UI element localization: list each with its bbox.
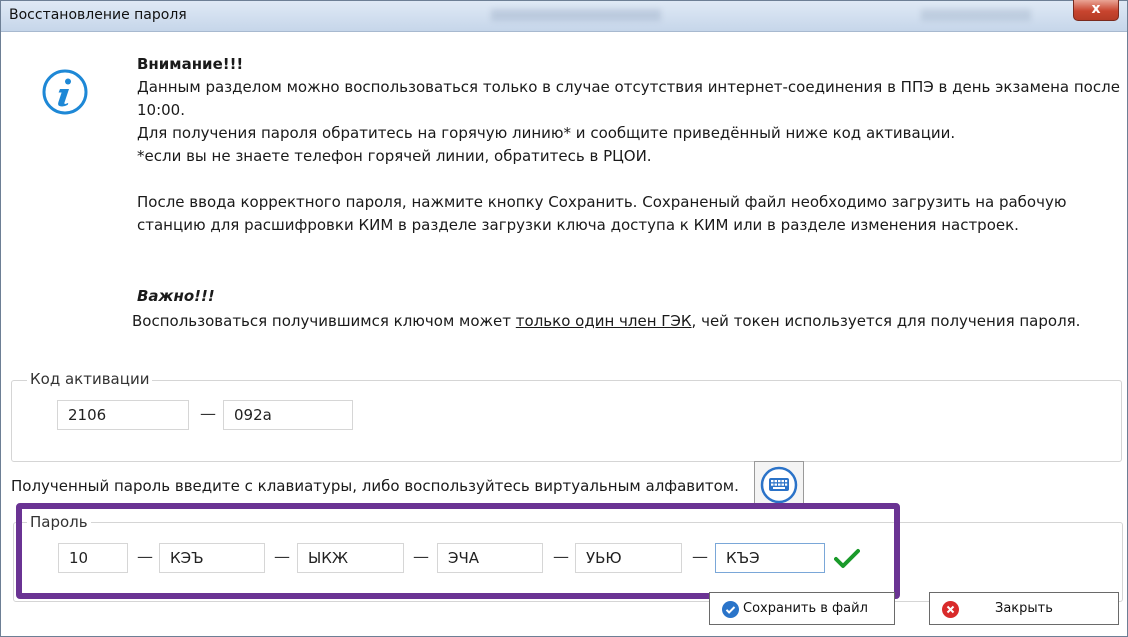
save-to-file-label: Сохранить в файл bbox=[743, 601, 868, 616]
window-close-button[interactable]: x bbox=[1073, 0, 1119, 21]
activation-code-legend: Код активации bbox=[27, 370, 153, 388]
password-hint: Полученный пароль введите с клавиатуры, … bbox=[11, 477, 739, 495]
notice-spacer bbox=[137, 168, 1117, 191]
important-text-pre: Воспользоваться получившимся ключом може… bbox=[132, 312, 516, 330]
virtual-keyboard-button[interactable] bbox=[754, 461, 804, 507]
background-window-ghost bbox=[921, 9, 1031, 21]
save-icon bbox=[722, 601, 739, 618]
notice-line: Данным разделом можно воспользоваться то… bbox=[137, 78, 1120, 96]
important-heading: Важно!!! bbox=[137, 287, 215, 305]
notice-line: станцию для расшифровки КИМ в разделе за… bbox=[137, 216, 1019, 234]
important-text-post: , чей токен используется для получения п… bbox=[691, 312, 1081, 330]
background-window-ghost bbox=[491, 9, 661, 21]
activation-code-part-2[interactable]: 092a bbox=[223, 400, 353, 430]
notice-line: *если вы не знаете телефон горячей линии… bbox=[137, 147, 652, 165]
notice-line: 10:00. bbox=[137, 101, 185, 119]
notice-line: После ввода корректного пароля, нажмите … bbox=[137, 193, 1067, 211]
save-to-file-button[interactable]: Сохранить в файл bbox=[709, 592, 895, 625]
activation-separator: — bbox=[200, 404, 216, 423]
notice-line: Для получения пароля обратитесь на горяч… bbox=[137, 124, 956, 142]
title-bar: Восстановление пароля x bbox=[1, 0, 1127, 32]
close-icon bbox=[942, 601, 959, 618]
info-icon bbox=[41, 68, 89, 116]
notice-text: Внимание!!! Данным разделом можно воспол… bbox=[137, 53, 1120, 237]
password-recovery-window: Восстановление пароля x Внимание!!! Данн… bbox=[0, 0, 1128, 637]
close-button[interactable]: Закрыть bbox=[929, 592, 1119, 625]
activation-code-part-1[interactable]: 2106 bbox=[57, 400, 189, 430]
important-text-link: только один член ГЭК bbox=[515, 312, 692, 330]
password-highlight-frame bbox=[16, 503, 900, 599]
important-text: Воспользоваться получившимся ключом може… bbox=[132, 312, 1080, 330]
keyboard-icon bbox=[760, 466, 798, 504]
window-title: Восстановление пароля bbox=[9, 7, 187, 23]
close-label: Закрыть bbox=[995, 601, 1053, 616]
notice-heading: Внимание!!! bbox=[137, 55, 244, 73]
